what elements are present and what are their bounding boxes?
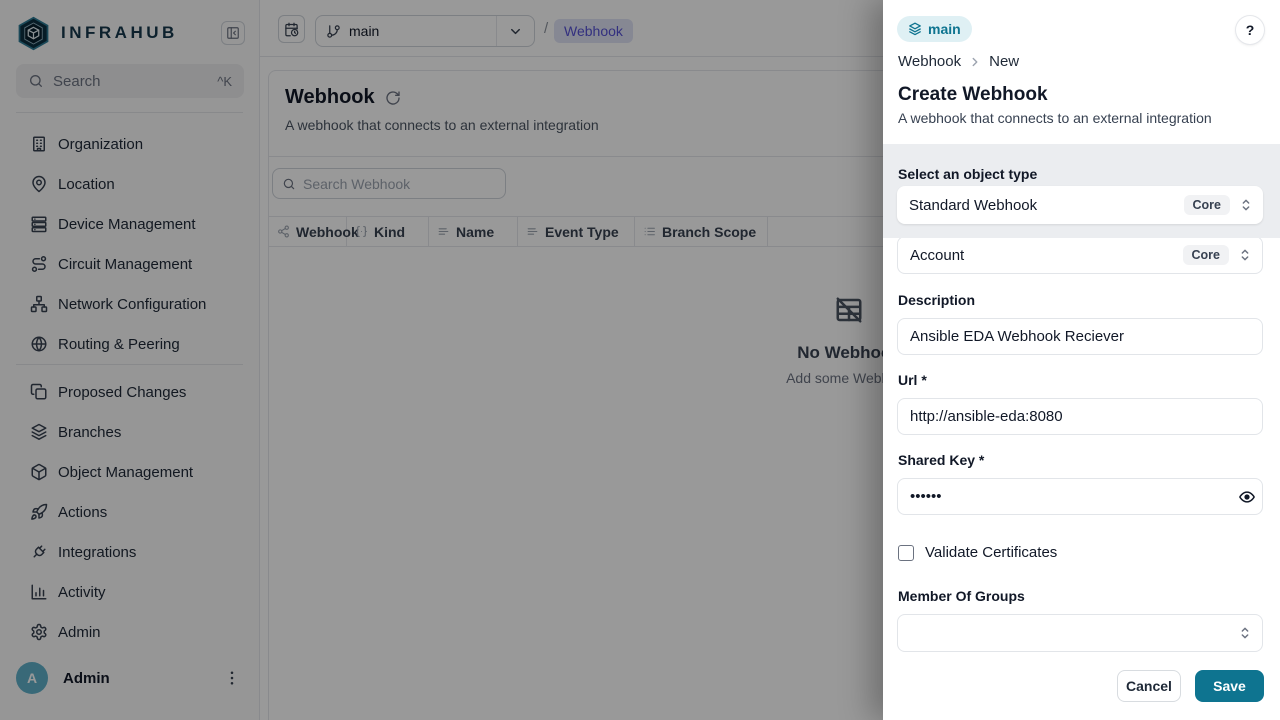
kind-select[interactable]: Account Core bbox=[897, 236, 1263, 274]
object-type-label: Select an object type bbox=[898, 166, 1037, 182]
core-badge: Core bbox=[1183, 245, 1229, 265]
help-button[interactable]: ? bbox=[1236, 16, 1264, 44]
member-of-groups-select[interactable] bbox=[897, 614, 1263, 652]
toggle-password-visibility-button[interactable] bbox=[1238, 488, 1256, 506]
description-input[interactable] bbox=[897, 318, 1263, 355]
breadcrumb-current: New bbox=[989, 53, 1019, 70]
app: INFRAHUB Search ^K Organization bbox=[0, 0, 1280, 720]
shared-key-label: Shared Key * bbox=[898, 452, 984, 468]
shared-key-input[interactable] bbox=[897, 478, 1263, 515]
drawer-title: Create Webhook bbox=[898, 84, 1048, 106]
url-input[interactable] bbox=[897, 398, 1263, 435]
url-label: Url * bbox=[898, 372, 927, 388]
create-webhook-drawer: main ? Webhook New Create Webhook A webh… bbox=[883, 0, 1280, 720]
branch-badge-label: main bbox=[928, 21, 961, 37]
core-badge: Core bbox=[1184, 195, 1230, 215]
validate-certificates-field: Validate Certificates bbox=[898, 544, 1057, 561]
validate-certificates-checkbox[interactable] bbox=[898, 545, 914, 561]
cancel-button[interactable]: Cancel bbox=[1117, 670, 1181, 702]
breadcrumb-parent[interactable]: Webhook bbox=[898, 53, 961, 70]
chevrons-up-down-icon bbox=[1237, 247, 1253, 263]
member-of-groups-label: Member Of Groups bbox=[898, 588, 1025, 604]
chevrons-up-down-icon bbox=[1238, 197, 1254, 213]
kind-value: Account bbox=[910, 247, 964, 264]
validate-certificates-label: Validate Certificates bbox=[925, 544, 1057, 561]
save-button[interactable]: Save bbox=[1195, 670, 1264, 702]
branch-badge: main bbox=[897, 16, 972, 42]
drawer-breadcrumb: Webhook New bbox=[898, 53, 1019, 70]
description-label: Description bbox=[898, 292, 975, 308]
chevrons-up-down-icon bbox=[1237, 625, 1253, 641]
object-type-value: Standard Webhook bbox=[909, 197, 1037, 214]
drawer-subtitle: A webhook that connects to an external i… bbox=[898, 110, 1212, 126]
layers-icon bbox=[908, 22, 922, 36]
eye-icon bbox=[1238, 488, 1256, 506]
chevron-right-icon bbox=[968, 55, 982, 69]
object-type-select[interactable]: Standard Webhook Core bbox=[897, 186, 1263, 224]
